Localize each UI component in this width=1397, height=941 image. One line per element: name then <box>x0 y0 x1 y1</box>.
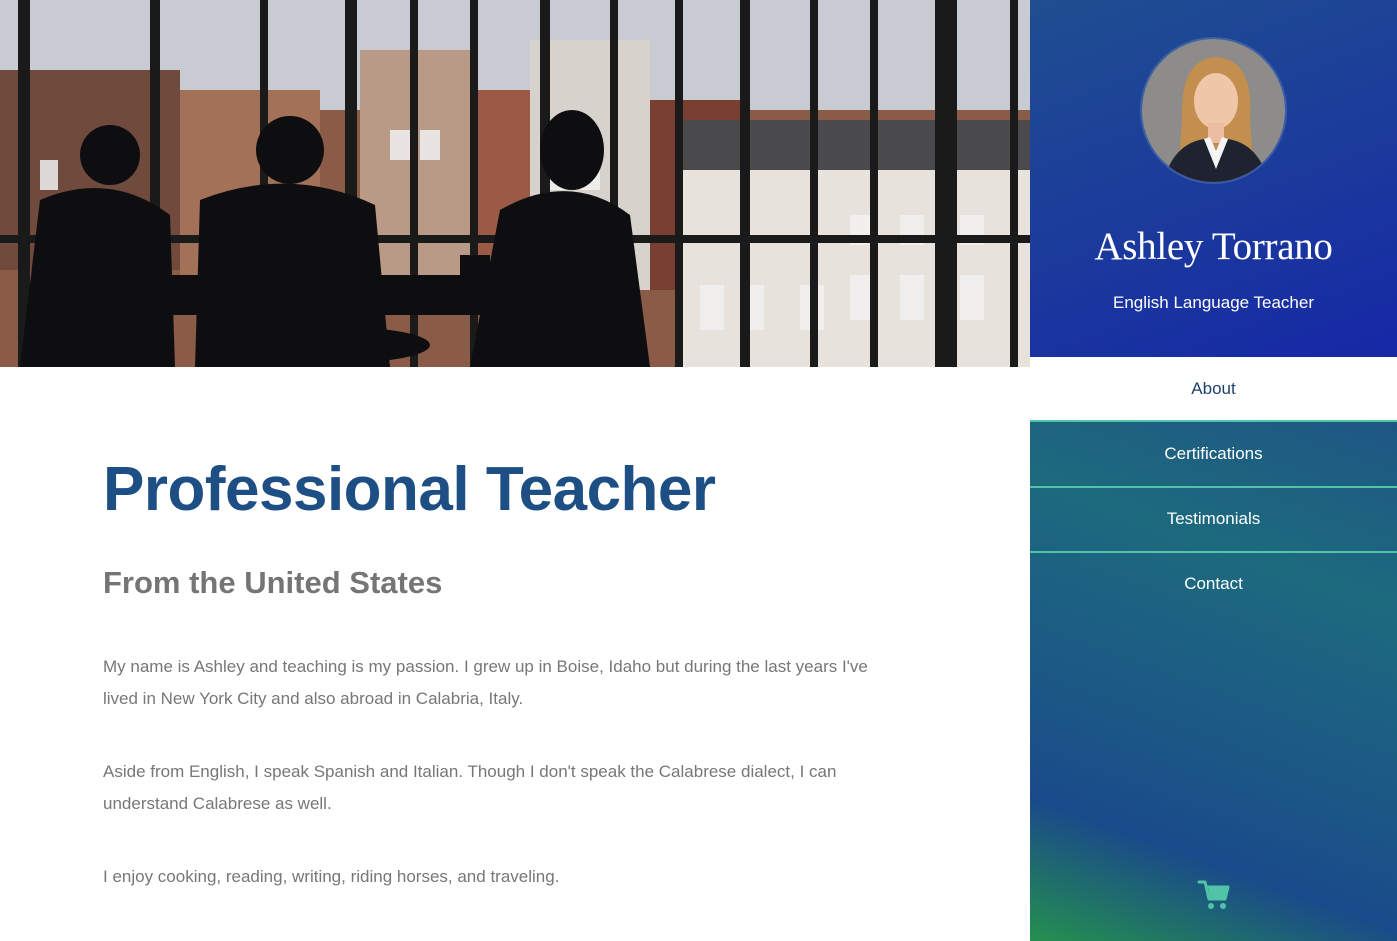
profile-header: Ashley Torrano English Language Teacher <box>1030 0 1397 357</box>
profile-photo <box>1142 39 1285 182</box>
hero-image <box>0 0 1030 367</box>
nav-item-contact[interactable]: Contact <box>1030 552 1397 616</box>
hero-photo <box>0 0 1030 367</box>
nav-item-certifications[interactable]: Certifications <box>1030 422 1397 486</box>
about-paragraph-1: My name is Ashley and teaching is my pas… <box>103 657 868 708</box>
about-paragraph-2: Aside from English, I speak Spanish and … <box>103 762 837 813</box>
profile-name: Ashley Torrano <box>1094 225 1333 268</box>
about-paragraph-3: I enjoy cooking, reading, writing, ridin… <box>103 867 560 886</box>
page-subtitle: From the United States <box>103 565 443 600</box>
shopping-cart-icon[interactable] <box>1197 878 1231 912</box>
page-title: Professional Teacher <box>103 455 716 524</box>
nav-item-testimonials[interactable]: Testimonials <box>1030 487 1397 551</box>
sidebar: Ashley Torrano English Language Teacher … <box>1030 0 1397 941</box>
profile-role: English Language Teacher <box>1112 293 1314 312</box>
main-content: Professional Teacher From the United Sta… <box>0 0 1030 941</box>
about-section: Professional Teacher From the United Sta… <box>103 455 903 886</box>
nav-item-about[interactable]: About <box>1030 357 1397 420</box>
avatar <box>1140 37 1287 184</box>
sidebar-nav: About Certifications Testimonials Contac… <box>1030 357 1397 941</box>
